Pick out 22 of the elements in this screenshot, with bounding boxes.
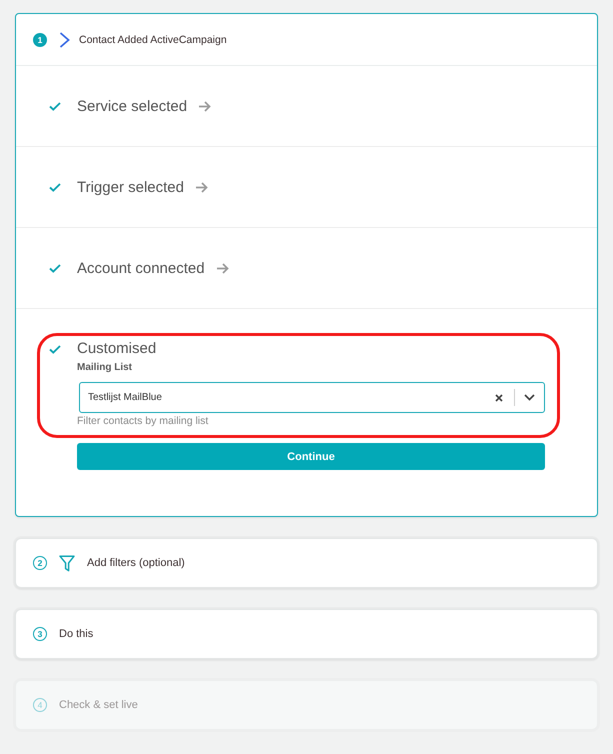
field-label: Mailing List (77, 361, 133, 374)
step-title[interactable]: Add filters (optional) (87, 557, 185, 569)
section-title: Account connected (77, 260, 205, 276)
filter-icon (59, 554, 75, 572)
field-hint: Filter contacts by mailing list (77, 415, 210, 428)
section-title: Trigger selected (77, 178, 184, 196)
step-title[interactable]: Do this (59, 628, 94, 640)
arrow-right-icon[interactable] (198, 100, 212, 112)
section-title: Customised (77, 340, 156, 358)
step-number-badge: 3 (33, 627, 47, 641)
chevron-down-icon[interactable] (524, 394, 535, 401)
arrow-right-icon[interactable] (195, 182, 208, 192)
step-number-badge: 2 (33, 556, 47, 570)
step-title[interactable]: Contact Added ActiveCampaign (79, 34, 227, 46)
section-title: Service selected (77, 98, 188, 114)
select-field[interactable]: Testlijst MailBlue (79, 382, 545, 413)
arrow-right-icon[interactable] (216, 262, 229, 274)
chevron-icon (59, 32, 70, 48)
step-number-badge: 4 (33, 698, 47, 712)
step-number-badge: 1 (33, 32, 47, 46)
clear-icon[interactable] (495, 394, 503, 402)
step-title: Check & set live (59, 699, 138, 711)
